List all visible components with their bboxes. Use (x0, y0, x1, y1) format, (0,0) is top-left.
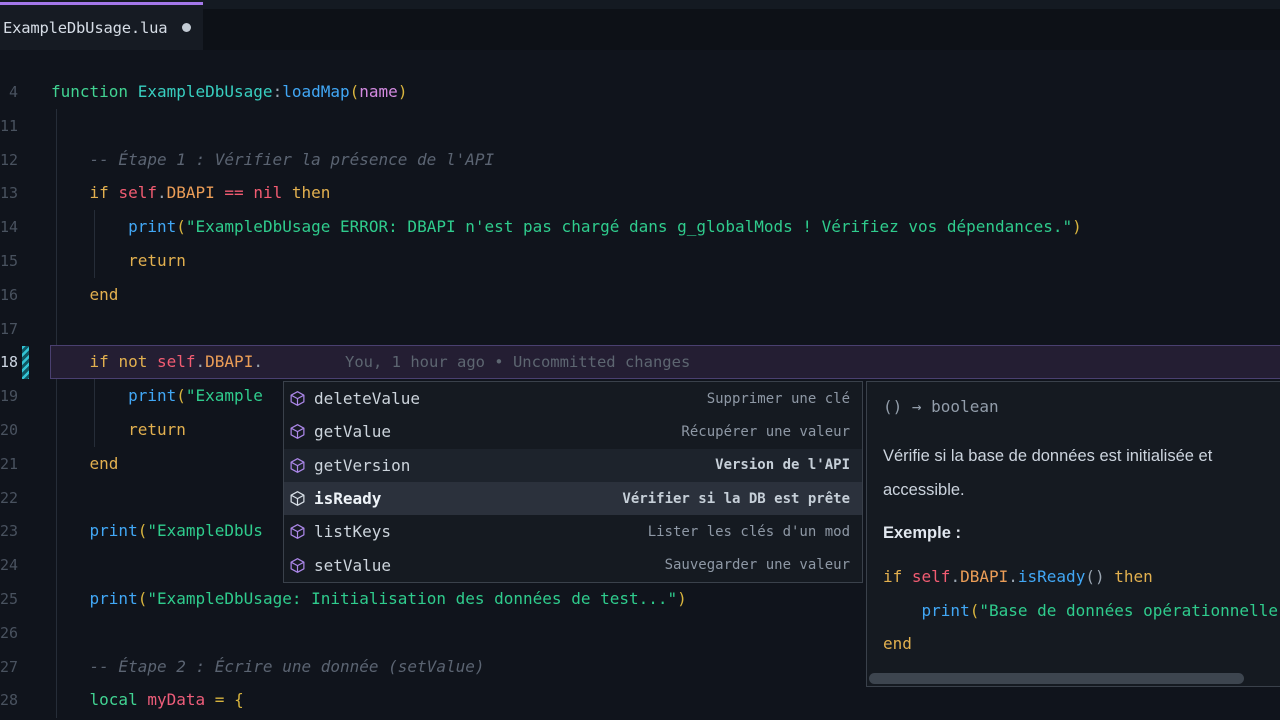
line-number[interactable]: 25 (0, 582, 18, 616)
suggest-label: getVersion (314, 455, 411, 475)
suggest-item-isReady[interactable]: isReady Vérifier si la DB est prête (284, 481, 862, 516)
line-number[interactable]: 12 (0, 143, 18, 177)
code-line[interactable]: 16 end (0, 278, 1280, 312)
suggest-label: setValue (314, 555, 392, 575)
docs-code-line: if self.DBAPI.isReady() then (883, 567, 1153, 586)
docs-panel: () → boolean Vérifie si la base de donné… (866, 381, 1280, 687)
line-number[interactable]: 14 (0, 210, 18, 244)
code-text: function ExampleDbUsage:loadMap(name) (51, 82, 408, 101)
line-number[interactable]: 18 (0, 345, 18, 379)
code-text: print("ExampleDbUsage ERROR: DBAPI n'est… (128, 217, 1082, 237)
line-number[interactable]: 23 (0, 514, 18, 548)
docs-example-heading: Exemple : (883, 524, 961, 542)
code-text: end (89, 284, 119, 304)
code-line[interactable]: 11 (0, 109, 1280, 143)
editor[interactable]: 4 function ExampleDbUsage:loadMap(name) 11… (0, 50, 1280, 720)
code-text: -- Étape 1 : Vérifier la présence de l'A… (89, 149, 495, 169)
autocomplete-popup: deleteValue Supprimer une clé getValue Récu… (283, 381, 863, 583)
line-number[interactable]: 27 (0, 650, 18, 684)
code-line[interactable]: 13 if self.DBAPI == nil then (0, 176, 1280, 210)
suggest-detail: Sauvegarder une valeur (664, 557, 850, 574)
suggest-item-getVersion[interactable]: getVersion Version de l'API (284, 448, 862, 482)
line-number[interactable]: 19 (0, 379, 18, 413)
code-text: print("ExampleDbUsage: Initialisation de… (89, 589, 687, 608)
line-number[interactable]: 24 (0, 548, 18, 582)
code-line[interactable]: 18 if not self.DBAPI. You, 1 hour ago • U… (0, 345, 1280, 379)
line-number[interactable]: 20 (0, 413, 18, 447)
docs-code-line: end (883, 634, 912, 653)
suggest-detail: Vérifier si la DB est prête (622, 490, 850, 507)
suggest-label: deleteValue (314, 389, 420, 409)
line-number[interactable]: 16 (0, 278, 18, 312)
code-line[interactable]: 15 return (0, 244, 1280, 278)
suggest-item-setValue[interactable]: setValue Sauvegarder une valeur (284, 548, 862, 581)
line-number[interactable]: 15 (0, 244, 18, 278)
cube-module-icon (289, 490, 307, 508)
suggest-item-listKeys[interactable]: listKeys Lister les clés d'un mod (284, 515, 862, 548)
code-text: if not self.DBAPI. (89, 352, 263, 372)
suggest-label: listKeys (314, 522, 392, 542)
suggest-detail: Version de l'API (715, 457, 850, 474)
cube-module-icon (289, 390, 307, 408)
docs-example-code: if self.DBAPI.isReady() then print("Base… (883, 560, 1280, 661)
line-number[interactable]: 4 (0, 75, 18, 109)
tab-title: ExampleDbUsage.lua (3, 18, 168, 37)
line-number[interactable]: 11 (0, 109, 18, 143)
docs-horizontal-scrollbar[interactable] (869, 673, 1244, 684)
code-text: if self.DBAPI == nil then (89, 183, 331, 203)
cube-module-icon (289, 556, 307, 574)
code-text: return (128, 251, 186, 270)
cube-module-icon (289, 456, 307, 474)
docs-description: Vérifie si la base de données est initia… (883, 447, 1213, 499)
cube-module-icon (289, 523, 307, 541)
line-number[interactable]: 26 (0, 616, 18, 650)
suggest-detail: Récupérer une valeur (681, 423, 850, 440)
line-number[interactable]: 28 (0, 683, 18, 717)
suggest-label: getValue (314, 422, 392, 442)
line-number[interactable]: 21 (0, 447, 18, 481)
code-text: print("ExampleDbUs (89, 521, 263, 541)
code-line[interactable]: 12 -- Étape 1 : Vérifier la présence de … (0, 143, 1280, 177)
line-number[interactable]: 17 (0, 312, 18, 346)
suggest-detail: Supprimer une clé (706, 390, 850, 407)
code-text: return (128, 420, 186, 439)
docs-signature: () → boolean (883, 397, 999, 416)
cube-module-icon (289, 423, 307, 441)
code-line[interactable]: 28 local myData = { (0, 683, 1280, 717)
code-text: local myData = { (89, 690, 244, 710)
tab-exampledbusage[interactable]: ExampleDbUsage.lua (0, 2, 203, 50)
line-number[interactable]: 13 (0, 176, 18, 210)
tab-bar: ExampleDbUsage.lua (0, 0, 1280, 50)
suggest-label: isReady (314, 489, 382, 509)
git-blame-annotation: You, 1 hour ago • Uncommitted changes (345, 353, 691, 372)
docs-code-line: print("Base de données opérationnelle !"… (921, 600, 1280, 620)
gutter-modified-indicator (22, 346, 29, 379)
line-number[interactable]: 22 (0, 481, 18, 515)
modified-dot-icon[interactable] (182, 23, 192, 32)
code-line[interactable]: 4 function ExampleDbUsage:loadMap(name) (0, 75, 1280, 109)
suggest-detail: Lister les clés d'un mod (647, 523, 850, 540)
code-text: -- Étape 2 : Écrire une donnée (setValue… (89, 656, 485, 676)
code-line[interactable]: 14 print("ExampleDbUsage ERROR: DBAPI n'… (0, 210, 1280, 244)
suggest-item-getValue[interactable]: getValue Récupérer une valeur (284, 415, 862, 448)
code-line[interactable]: 17 (0, 312, 1280, 346)
code-text: print("Example (128, 386, 263, 406)
code-text: end (89, 453, 119, 473)
suggest-item-deleteValue[interactable]: deleteValue Supprimer une clé (284, 382, 862, 415)
